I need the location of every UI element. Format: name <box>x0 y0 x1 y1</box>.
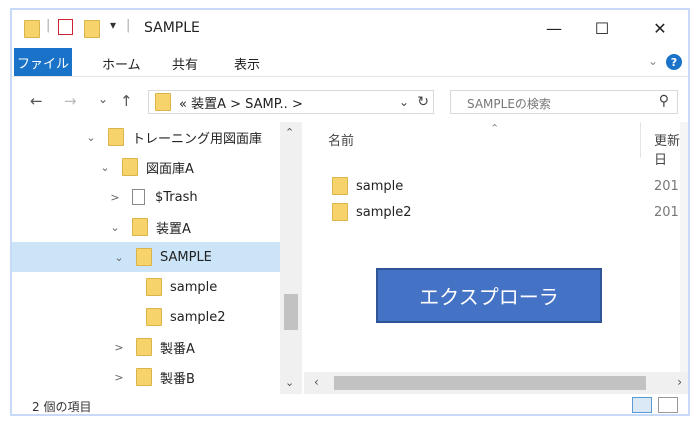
tree-item-label: トレーニング用図面庫 <box>132 131 263 147</box>
expand-chevron-icon[interactable]: ⌄ <box>84 131 98 144</box>
back-button[interactable]: ← <box>30 92 43 110</box>
quick-access-dropdown-icon[interactable]: ▾ <box>110 18 116 32</box>
tree-item[interactable]: ⌄ トレーニング用図面庫 <box>12 122 280 152</box>
tab-file[interactable]: ファイル <box>14 48 72 76</box>
scroll-left-icon[interactable]: ‹ <box>314 375 319 389</box>
scroll-down-icon[interactable]: ⌄ <box>285 376 294 389</box>
search-box[interactable]: SAMPLEの検索 ⚲ <box>450 90 678 114</box>
tab-home[interactable]: ホーム <box>102 54 141 73</box>
folder-icon <box>146 308 162 326</box>
scroll-up-icon[interactable]: ⌃ <box>285 126 294 139</box>
new-folder-icon[interactable] <box>84 20 100 38</box>
column-divider[interactable] <box>640 122 641 158</box>
folder-icon <box>155 93 171 111</box>
folder-icon <box>136 368 152 386</box>
recent-locations-dropdown[interactable]: ⌄ <box>98 92 108 106</box>
tree-item[interactable]: > 製番B <box>12 362 280 392</box>
help-icon[interactable]: ? <box>666 54 682 70</box>
file-list: ⌃ 名前 更新日 sample 2017/ sample2 2017/ <box>304 122 688 372</box>
folder-icon <box>136 248 152 266</box>
tree-item-label: sample2 <box>170 309 226 325</box>
expand-chevron-icon[interactable]: > <box>112 341 126 354</box>
expand-chevron-icon[interactable]: ⌄ <box>108 221 122 234</box>
tree-item-label: 装置A <box>156 221 191 237</box>
minimize-button[interactable]: — <box>530 10 578 46</box>
tab-view[interactable]: 表示 <box>234 54 260 73</box>
forward-button[interactable]: → <box>64 92 77 110</box>
tree-item-label: 製番B <box>160 371 195 387</box>
folder-icon <box>136 338 152 356</box>
separator: | <box>46 18 51 33</box>
scroll-right-icon[interactable]: › <box>677 375 682 389</box>
item-count: 2 個の項目 <box>32 400 92 414</box>
content-vertical-scrollbar[interactable] <box>680 122 688 372</box>
tree-item[interactable]: ⌄ 図面庫A <box>12 152 280 182</box>
up-button[interactable]: ↑ <box>120 92 133 110</box>
search-input[interactable]: SAMPLEの検索 <box>467 95 551 112</box>
scrollbar-thumb[interactable] <box>284 294 298 330</box>
tree-item[interactable]: sample <box>12 272 280 302</box>
item-name: sample <box>356 178 404 194</box>
ribbon-tabs: ファイル ホーム 共有 表示 ⌄ ? <box>12 48 688 77</box>
folder-icon <box>332 177 348 195</box>
expand-chevron-icon[interactable]: > <box>108 191 122 204</box>
explorer-callout-label: エクスプローラ <box>376 268 602 323</box>
tree-item-label: 製番A <box>160 341 195 357</box>
tree-item[interactable]: ⌄ 装置A <box>12 212 280 242</box>
close-button[interactable]: ✕ <box>636 10 684 46</box>
ribbon-expand-chevron-icon[interactable]: ⌄ <box>648 54 658 68</box>
details-view-icon[interactable] <box>632 397 652 413</box>
folder-icon <box>332 203 348 221</box>
sort-ascending-icon: ⌃ <box>490 122 500 135</box>
expand-chevron-icon[interactable]: > <box>112 371 126 384</box>
tree-scrollbar[interactable]: ⌃ ⌄ <box>280 122 302 394</box>
tree-item-label: 図面庫A <box>146 161 194 177</box>
item-name: sample2 <box>356 204 412 220</box>
folder-icon <box>24 20 40 38</box>
properties-icon[interactable] <box>58 19 73 35</box>
explorer-window: | ▾ | SAMPLE — ☐ ✕ ファイル ホーム 共有 表示 ⌄ ? ← … <box>10 8 690 416</box>
search-icon[interactable]: ⚲ <box>659 93 669 109</box>
tree-item-label: SAMPLE <box>160 249 212 265</box>
tree-item-selected[interactable]: ⌄ SAMPLE <box>12 242 280 272</box>
column-header-name[interactable]: 名前 <box>328 130 354 149</box>
refresh-button[interactable]: ↻ <box>417 94 429 110</box>
scrollbar-thumb[interactable] <box>334 376 646 390</box>
navigation-bar: ← → ⌄ ↑ « 装置A > SAMP.. > ⌄ ↻ SAMPLEの検索 ⚲ <box>12 84 688 120</box>
large-icons-view-icon[interactable] <box>658 397 678 413</box>
tree-item-label: sample <box>170 279 218 295</box>
navigation-tree: ⌄ トレーニング用図面庫 ⌄ 図面庫A > $Trash ⌄ 装置A ⌄ SAM… <box>12 122 280 394</box>
separator: | <box>126 18 131 33</box>
status-bar: 2 個の項目 <box>12 396 688 414</box>
address-bar[interactable]: « 装置A > SAMP.. > ⌄ ↻ <box>148 90 434 114</box>
tree-item-label: $Trash <box>155 189 198 205</box>
tree-item[interactable]: > 製番A <box>12 332 280 362</box>
content-horizontal-scrollbar[interactable]: ‹ › <box>304 372 688 394</box>
list-item[interactable]: sample2 2017/ <box>332 200 688 224</box>
tab-share[interactable]: 共有 <box>172 54 198 73</box>
address-dropdown-icon[interactable]: ⌄ <box>399 95 409 109</box>
maximize-button[interactable]: ☐ <box>578 10 626 46</box>
window-title: SAMPLE <box>144 20 200 36</box>
folder-icon <box>108 128 124 146</box>
title-bar: | ▾ | SAMPLE — ☐ ✕ <box>12 10 688 46</box>
expand-chevron-icon[interactable]: ⌄ <box>98 161 112 174</box>
breadcrumb[interactable]: « 装置A > SAMP.. > <box>179 93 303 112</box>
folder-icon <box>122 158 138 176</box>
folder-icon <box>132 218 148 236</box>
expand-chevron-icon[interactable]: ⌄ <box>112 251 126 264</box>
list-item[interactable]: sample 2017/ <box>332 174 688 198</box>
file-icon <box>132 189 145 205</box>
tree-item[interactable]: > $Trash <box>12 182 280 212</box>
folder-icon <box>146 278 162 296</box>
tree-item[interactable]: sample2 <box>12 302 280 332</box>
